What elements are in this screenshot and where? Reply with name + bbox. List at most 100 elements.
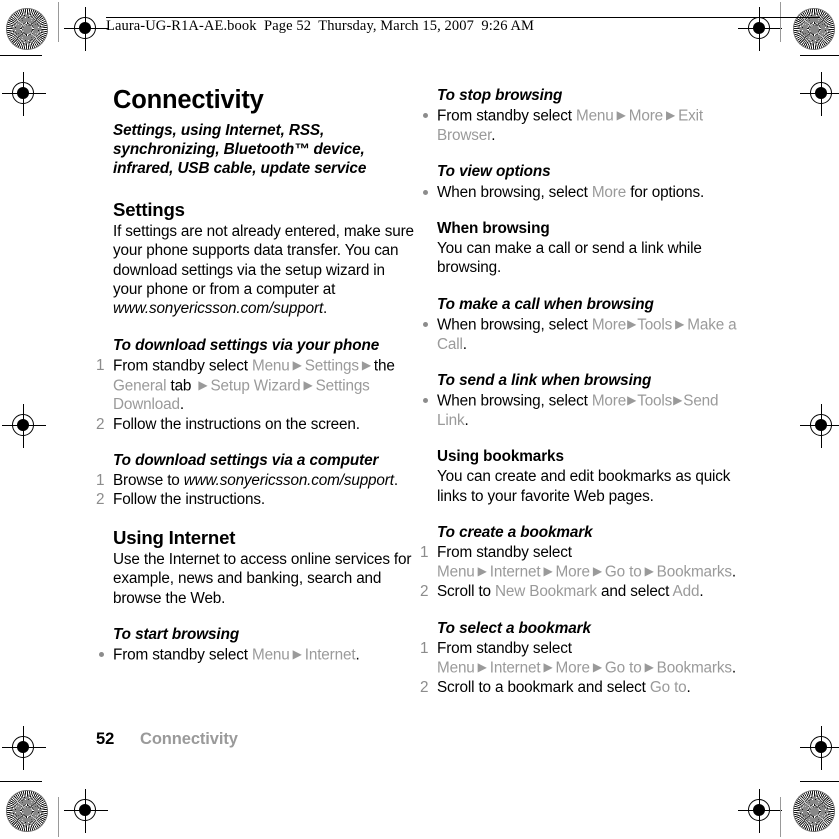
settings-intro-url: www.sonyericsson.com/support: [113, 300, 324, 318]
bullet-item: When browsing, select More for options.: [420, 183, 738, 202]
arrow-icon: ▶: [592, 564, 602, 579]
heading-to-stop-browsing: To stop browsing: [437, 87, 563, 104]
bullet-dot-icon: [423, 321, 428, 327]
arrow-icon: ▶: [673, 393, 683, 408]
heading-to-start-browsing: To start browsing: [113, 625, 240, 643]
plain-text: the: [373, 357, 395, 375]
ui-term: Setup Wizard: [210, 377, 301, 395]
ui-term: More: [591, 392, 627, 410]
ui-term: More: [555, 563, 590, 581]
plain-text: .: [393, 472, 398, 490]
ui-term: Go to: [649, 678, 687, 696]
arrow-icon: ▶: [477, 660, 487, 675]
settings-intro-period: .: [323, 300, 328, 318]
ui-term: Go to: [604, 659, 642, 677]
arrow-icon: ▶: [666, 108, 676, 123]
plain-text: .: [462, 335, 467, 353]
bullet-dot-icon: [423, 398, 428, 404]
steps-download-settings-via-phone: 1 From standby select Menu ▶ Settings ▶ the G…: [96, 356, 414, 434]
ui-term: General: [113, 377, 167, 395]
paragraph-settings-intro: If settings are not already entered, mak…: [113, 222, 414, 318]
paragraph-using-internet: Use the Internet to access online servic…: [113, 551, 412, 607]
plain-text: When browsing, select: [437, 392, 592, 410]
plain-text: for options.: [626, 183, 705, 201]
step-number: 1: [96, 472, 105, 490]
heading-to-select-a-bookmark: To select a bookmark: [437, 619, 591, 637]
plain-text: When browsing, select: [437, 183, 592, 201]
plain-text: .: [179, 396, 184, 414]
step-item: 2 Scroll to a bookmark and select Go to.: [420, 678, 738, 697]
plain-text: Follow the instructions on the screen.: [113, 415, 360, 433]
plain-text: Scroll to: [437, 583, 496, 601]
step-item: 1 Browse to www.sonyericsson.com/support.: [96, 471, 414, 490]
heading-to-view-options: To view options: [437, 163, 551, 181]
footer-page-number: 52: [96, 730, 115, 748]
step-number: 1: [420, 639, 429, 657]
heading-to-download-settings-via-phone: To download settings via your phone: [113, 336, 380, 354]
page-body: Connectivity Settings, using Internet, R…: [0, 0, 839, 839]
bullets-start-browsing: From standby select Menu ▶ Internet.: [96, 645, 414, 665]
plain-text: .: [686, 678, 691, 696]
ui-term: Add: [672, 583, 700, 601]
ui-term: Bookmarks: [656, 563, 732, 581]
plain-text: From standby select: [437, 107, 576, 125]
footer-chapter-name: Connectivity: [140, 730, 238, 748]
ui-term: More: [591, 183, 627, 201]
step-item: 1 From standby select Menu ▶ Internet ▶ More ▶…: [420, 543, 738, 582]
left-column: Connectivity Settings, using Internet, R…: [96, 86, 414, 665]
arrow-icon: ▶: [303, 377, 313, 392]
plain-text: Browse to: [113, 472, 184, 490]
arrow-icon: ▶: [644, 564, 654, 579]
right-column: To stop browsing From standby select Men…: [420, 86, 738, 697]
bullets-send-link: When browsing, select More▶Tools▶Send Li…: [420, 391, 738, 430]
bullet-item: When browsing, select More▶Tools ▶ Make a …: [420, 315, 738, 354]
ui-term: Internet: [304, 646, 356, 664]
step-item: 2 Follow the instructions on the screen.: [96, 415, 414, 434]
step-number: 1: [96, 356, 105, 374]
arrow-icon: ▶: [592, 660, 602, 675]
ui-term: More: [555, 659, 590, 677]
plain-text: .: [731, 563, 736, 581]
settings-intro-text: If settings are not already entered, mak…: [113, 223, 414, 298]
arrow-icon: ▶: [627, 316, 637, 331]
bullets-view-options: When browsing, select More for options.: [420, 183, 738, 202]
arrow-icon: ▶: [198, 377, 208, 392]
plain-text: .: [699, 583, 704, 601]
plain-text: When browsing, select: [437, 316, 592, 334]
step-number: 2: [420, 583, 429, 601]
step-number: 2: [420, 678, 429, 696]
step-number: 2: [96, 491, 105, 509]
step-item: 1 From standby select Menu ▶ Internet ▶ More ▶…: [420, 639, 738, 678]
heading-settings: Settings: [113, 198, 185, 220]
plain-text: Follow the instructions.: [113, 491, 265, 509]
heading-using-internet: Using Internet: [113, 526, 236, 548]
heading-when-browsing: When browsing: [437, 219, 550, 237]
step-item: 2 Scroll to New Bookmark and select Add.: [420, 582, 738, 601]
heading-to-create-a-bookmark: To create a bookmark: [437, 523, 593, 541]
plain-text: From standby select: [113, 646, 252, 664]
arrow-icon: ▶: [543, 660, 553, 675]
steps-select-bookmark: 1 From standby select Menu ▶ Internet ▶ More ▶…: [420, 639, 738, 697]
bullet-item: From standby select Menu ▶ Internet.: [96, 645, 414, 665]
heading-to-download-settings-via-computer: To download settings via a computer: [113, 451, 379, 469]
ui-term: Tools: [637, 316, 673, 334]
plain-text: .: [491, 127, 496, 144]
bullet-dot-icon: [99, 652, 104, 658]
arrow-icon: ▶: [616, 108, 626, 123]
plain-text: From standby select: [437, 544, 572, 562]
ui-term: Menu: [251, 357, 290, 375]
arrow-icon: ▶: [627, 393, 637, 408]
ui-term: Internet: [489, 563, 541, 581]
plain-text: .: [355, 646, 360, 664]
plain-text: and select: [596, 583, 673, 601]
ui-term: Internet: [489, 659, 541, 677]
heading-to-send-a-link-when-browsing: To send a link when browsing: [437, 371, 652, 389]
bullet-dot-icon: [423, 113, 428, 119]
ui-term: More: [628, 107, 664, 125]
arrow-icon: ▶: [543, 564, 553, 579]
ui-term: Menu: [437, 659, 475, 677]
plain-text: .: [464, 411, 469, 429]
ui-term: More: [591, 316, 627, 334]
ui-term: Settings: [304, 357, 359, 375]
ui-term: New Bookmark: [495, 583, 597, 601]
